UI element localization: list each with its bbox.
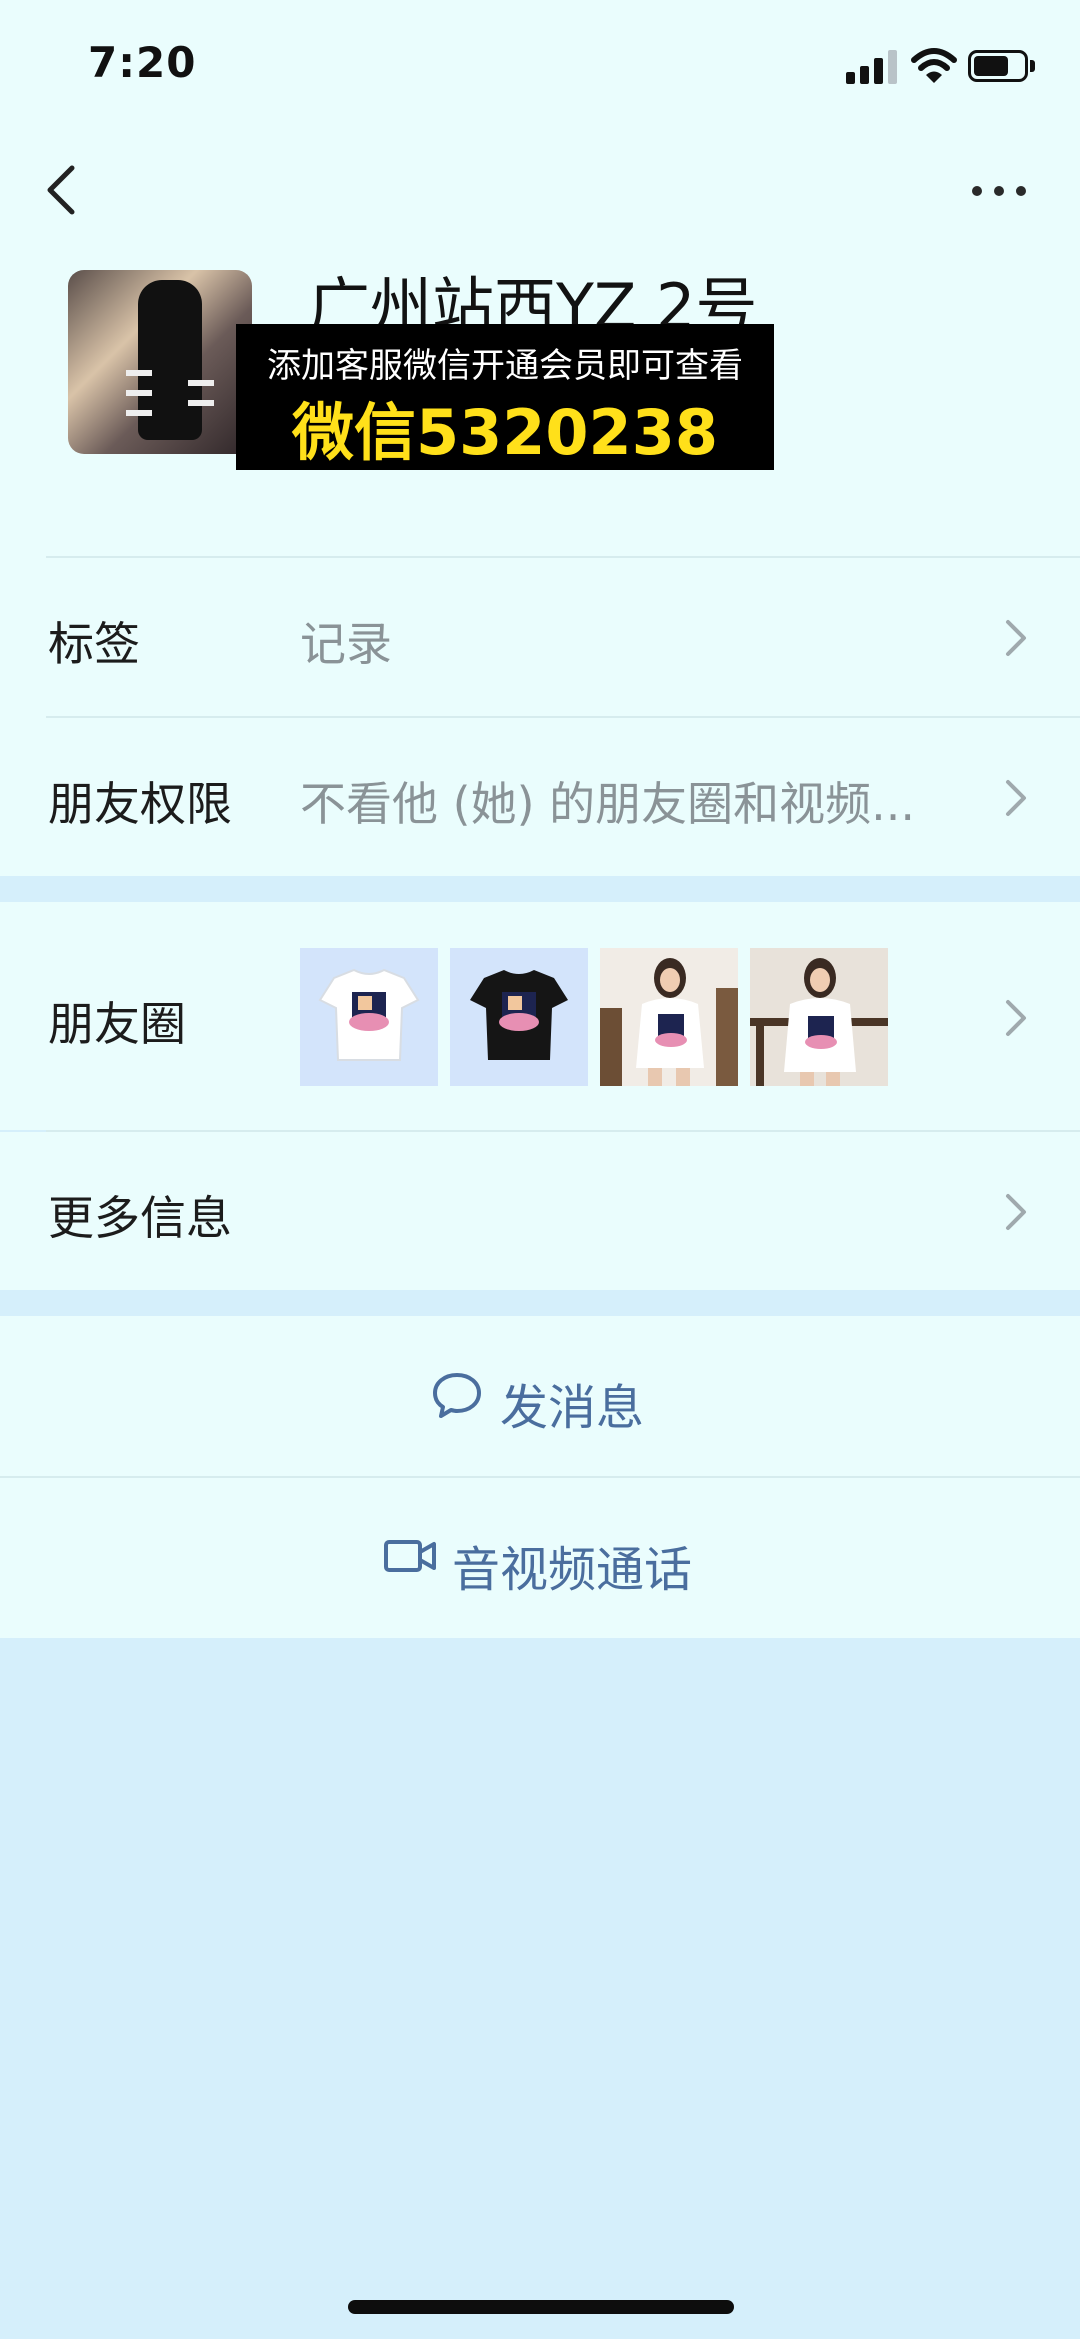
chevron-right-icon xyxy=(1006,1194,1026,1230)
moments-thumbnail[interactable] xyxy=(600,948,738,1086)
video-call-label: 音视频通话 xyxy=(452,1542,693,1598)
tags-value: 记录 xyxy=(300,617,392,671)
send-message-label: 发消息 xyxy=(500,1380,645,1436)
chevron-left-icon xyxy=(47,165,75,215)
permissions-value: 不看他 (她) 的朋友圈和视频... xyxy=(300,777,916,831)
moments-thumbnail[interactable] xyxy=(750,948,888,1086)
moments-thumbnail[interactable] xyxy=(300,948,438,1086)
section-gap xyxy=(0,1290,1080,1316)
tags-row[interactable]: 标签 记录 xyxy=(0,558,1080,716)
section-gap xyxy=(0,876,1080,902)
permissions-label: 朋友权限 xyxy=(48,777,232,831)
tags-label: 标签 xyxy=(48,617,140,671)
wifi-icon xyxy=(910,46,958,86)
battery-icon xyxy=(968,50,1036,84)
permissions-row[interactable]: 朋友权限 不看他 (她) 的朋友圈和视频... xyxy=(0,718,1080,876)
more-button[interactable] xyxy=(970,170,1028,210)
moments-label: 朋友圈 xyxy=(48,997,186,1051)
status-time: 7:20 xyxy=(88,38,197,87)
home-indicator xyxy=(348,2300,734,2314)
promo-banner: 添加客服微信开通会员即可查看 微信5320238 xyxy=(236,324,774,470)
more-info-label: 更多信息 xyxy=(48,1191,232,1245)
video-camera-icon xyxy=(384,1540,436,1572)
banner-line2: 微信5320238 xyxy=(292,396,718,469)
chevron-right-icon xyxy=(1006,1000,1026,1036)
avatar[interactable] xyxy=(68,270,252,454)
signal-icon xyxy=(846,50,898,84)
more-info-row[interactable]: 更多信息 xyxy=(0,1132,1080,1290)
send-message-button[interactable]: 发消息 xyxy=(0,1316,1080,1476)
chat-bubble-icon xyxy=(433,1373,481,1418)
chevron-right-icon xyxy=(1006,780,1026,816)
chevron-right-icon xyxy=(1006,620,1026,656)
video-call-button[interactable]: 音视频通话 xyxy=(0,1478,1080,1638)
moments-thumbnail[interactable] xyxy=(450,948,588,1086)
back-button[interactable] xyxy=(38,158,88,222)
banner-line1: 添加客服微信开通会员即可查看 xyxy=(267,346,743,386)
